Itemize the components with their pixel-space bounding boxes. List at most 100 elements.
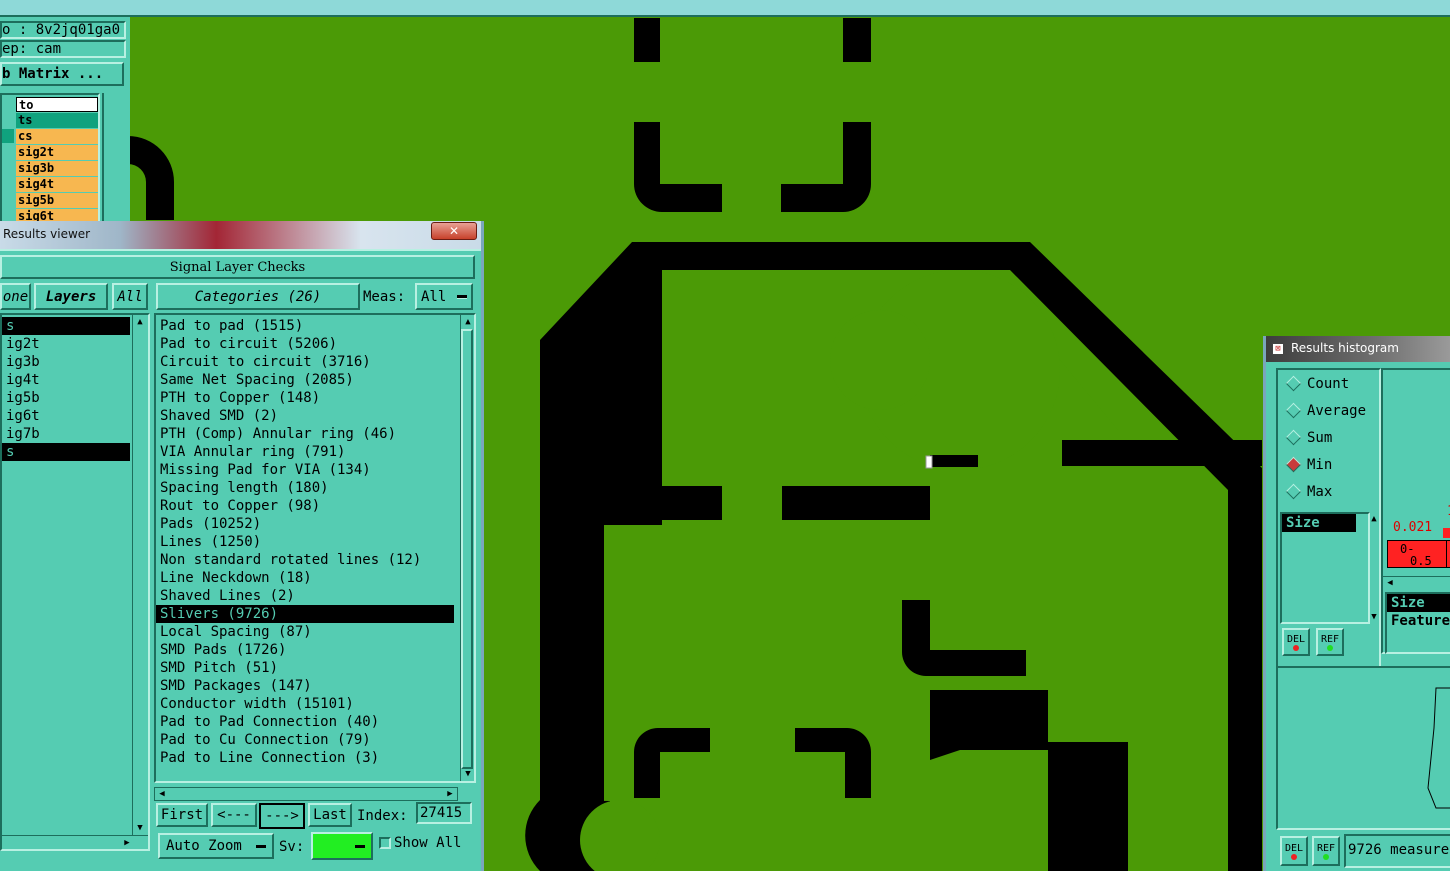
category-list-item[interactable]: Lines (1250) bbox=[156, 533, 454, 551]
layer-list-item[interactable]: ig6t bbox=[2, 407, 130, 425]
category-list-item[interactable]: Pad to pad (1515) bbox=[156, 317, 454, 335]
layer-list-bg[interactable]: to ts cs sig2t sig3b sig4t sig5b sig6t bbox=[0, 93, 100, 227]
layer-list-item[interactable]: s bbox=[2, 443, 130, 461]
matrix-button[interactable]: b Matrix ... bbox=[0, 62, 124, 86]
next-button[interactable]: ---> bbox=[259, 803, 305, 829]
layer-row[interactable]: ts bbox=[16, 113, 98, 128]
ref-button[interactable]: REF bbox=[1316, 628, 1344, 656]
category-list-item[interactable]: Rout to Copper (98) bbox=[156, 497, 454, 515]
scroll-up-icon[interactable]: ▲ bbox=[461, 315, 475, 329]
prev-button-label: <--- bbox=[217, 807, 251, 823]
scroll-right-icon[interactable]: ▶ bbox=[120, 836, 134, 850]
meas-dropdown[interactable]: All bbox=[415, 283, 473, 310]
category-list-item[interactable]: PTH to Copper (148) bbox=[156, 389, 454, 407]
histogram-option-sum[interactable]: Sum bbox=[1278, 424, 1379, 451]
category-list-item[interactable]: Pad to Pad Connection (40) bbox=[156, 713, 454, 731]
histogram-option-count[interactable]: Count bbox=[1278, 370, 1379, 397]
scroll-up-icon[interactable]: ▲ bbox=[1367, 512, 1381, 526]
scroll-thumb[interactable] bbox=[461, 329, 473, 769]
histogram-bin[interactable]: 0- 0.5 bbox=[1387, 540, 1447, 568]
category-list-item[interactable]: Line Neckdown (18) bbox=[156, 569, 454, 587]
category-list-item[interactable]: Circuit to circuit (3716) bbox=[156, 353, 454, 371]
histogram-titlebar[interactable]: ⊠ Results histogram bbox=[1266, 336, 1450, 362]
layer-list-item[interactable]: ig7b bbox=[2, 425, 130, 443]
layers-list-scrollbar[interactable]: ▲ ▼ bbox=[132, 315, 148, 835]
measure-list-scrollbar[interactable]: ▲ ▼ bbox=[1368, 512, 1380, 624]
scroll-down-icon[interactable]: ▼ bbox=[133, 821, 147, 835]
category-list-item[interactable]: Missing Pad for VIA (134) bbox=[156, 461, 454, 479]
categories-list[interactable]: Pad to pad (1515) Pad to circuit (5206) Ci… bbox=[154, 313, 476, 783]
measure-list[interactable]: Size bbox=[1280, 512, 1370, 624]
histogram-hscroll[interactable]: ◀ bbox=[1383, 576, 1450, 589]
category-list-item[interactable]: Slivers (9726) bbox=[156, 605, 454, 623]
category-list-item[interactable]: Pad to Cu Connection (79) bbox=[156, 731, 454, 749]
scroll-down-icon[interactable]: ▼ bbox=[461, 767, 475, 781]
ref-button-bottom[interactable]: REF bbox=[1312, 836, 1340, 866]
category-list-item[interactable]: Local Spacing (87) bbox=[156, 623, 454, 641]
close-button[interactable]: ✕ bbox=[431, 222, 477, 240]
layer-list-item[interactable]: ig4t bbox=[2, 371, 130, 389]
category-list-item[interactable]: Pad to circuit (5206) bbox=[156, 335, 454, 353]
categories-hscroll[interactable]: ◀ ▶ bbox=[154, 787, 458, 801]
histogram-option-min[interactable]: Min bbox=[1278, 451, 1379, 478]
layer-list-item[interactable]: ig5b bbox=[2, 389, 130, 407]
layers-list-hscroll[interactable]: ▶ bbox=[2, 835, 148, 849]
layer-list-scrollbar[interactable] bbox=[102, 93, 126, 227]
scroll-right-icon[interactable]: ▶ bbox=[443, 787, 457, 801]
del-button-bottom[interactable]: DEL bbox=[1280, 836, 1308, 866]
size-feature-item[interactable]: Size bbox=[1387, 594, 1450, 612]
category-list-item[interactable]: Spacing length (180) bbox=[156, 479, 454, 497]
histogram-option-max[interactable]: Max bbox=[1278, 478, 1379, 505]
job-name-text: o : 8v2jq01ga0 bbox=[2, 22, 121, 38]
category-list-item[interactable]: Pad to Line Connection (3) bbox=[156, 749, 454, 767]
none-button[interactable]: one bbox=[0, 283, 31, 310]
layer-row[interactable]: cs bbox=[16, 129, 98, 144]
size-feature-item[interactable]: Feature bbox=[1387, 612, 1450, 630]
histogram-plot-area[interactable]: 1 0.021 0- 0.5 ◀ Size Feature bbox=[1381, 368, 1450, 654]
scroll-up-icon[interactable]: ▲ bbox=[133, 315, 147, 329]
layer-list-item[interactable]: ig2t bbox=[2, 335, 130, 353]
layer-row[interactable]: sig3b bbox=[16, 161, 98, 176]
first-button[interactable]: First bbox=[156, 803, 208, 827]
categories-list-scrollbar[interactable]: ▲ ▼ bbox=[460, 315, 474, 781]
layers-list[interactable]: s ig2t ig3b ig4t ig5b ig6t ig7b s ▲ ▼ ▶ bbox=[0, 313, 150, 851]
prev-button[interactable]: <--- bbox=[211, 803, 257, 827]
layer-row[interactable]: to bbox=[16, 97, 98, 112]
categories-button[interactable]: Categories (26) bbox=[156, 283, 360, 310]
scroll-left-icon[interactable]: ◀ bbox=[1383, 576, 1397, 590]
measure-list-item[interactable]: Size bbox=[1282, 514, 1356, 532]
category-list-item[interactable]: VIA Annular ring (791) bbox=[156, 443, 454, 461]
category-list-item[interactable]: Shaved SMD (2) bbox=[156, 407, 454, 425]
scroll-down-icon[interactable]: ▼ bbox=[1367, 610, 1381, 624]
category-list-item[interactable]: PTH (Comp) Annular ring (46) bbox=[156, 425, 454, 443]
all-layers-button[interactable]: All bbox=[112, 283, 148, 310]
histogram-preview bbox=[1276, 666, 1450, 830]
show-all-checkbox[interactable] bbox=[379, 837, 391, 849]
index-input[interactable]: 27415 bbox=[416, 802, 472, 824]
layer-row[interactable]: sig2t bbox=[16, 145, 98, 160]
histogram-option-label: Count bbox=[1307, 375, 1350, 392]
category-list-item[interactable]: SMD Pitch (51) bbox=[156, 659, 454, 677]
del-button[interactable]: DEL bbox=[1282, 628, 1310, 656]
last-button[interactable]: Last bbox=[308, 803, 352, 827]
category-list-item[interactable]: Pads (10252) bbox=[156, 515, 454, 533]
category-list-item[interactable]: Non standard rotated lines (12) bbox=[156, 551, 454, 569]
category-list-item[interactable]: Conductor width (15101) bbox=[156, 695, 454, 713]
histogram-option-average[interactable]: Average bbox=[1278, 397, 1379, 424]
scroll-left-icon[interactable]: ◀ bbox=[155, 787, 169, 801]
layer-list-item[interactable]: ig3b bbox=[2, 353, 130, 371]
category-list-item[interactable]: Same Net Spacing (2085) bbox=[156, 371, 454, 389]
results-viewer-titlebar[interactable]: Results viewer ✕ bbox=[0, 221, 481, 249]
auto-zoom-dropdown[interactable]: Auto Zoom bbox=[158, 833, 274, 859]
sv-color-dropdown[interactable] bbox=[311, 832, 373, 860]
category-list-item[interactable]: SMD Packages (147) bbox=[156, 677, 454, 695]
histogram-bar[interactable] bbox=[1443, 528, 1450, 538]
layer-list-item[interactable]: s bbox=[2, 317, 130, 335]
size-feature-list[interactable]: Size Feature bbox=[1385, 592, 1450, 654]
layer-row[interactable]: sig4t bbox=[16, 177, 98, 192]
category-list-item[interactable]: Shaved Lines (2) bbox=[156, 587, 454, 605]
layer-row[interactable]: sig5b bbox=[16, 193, 98, 208]
layers-button[interactable]: Layers bbox=[34, 283, 108, 310]
dropdown-icon bbox=[256, 844, 266, 848]
category-list-item[interactable]: SMD Pads (1726) bbox=[156, 641, 454, 659]
